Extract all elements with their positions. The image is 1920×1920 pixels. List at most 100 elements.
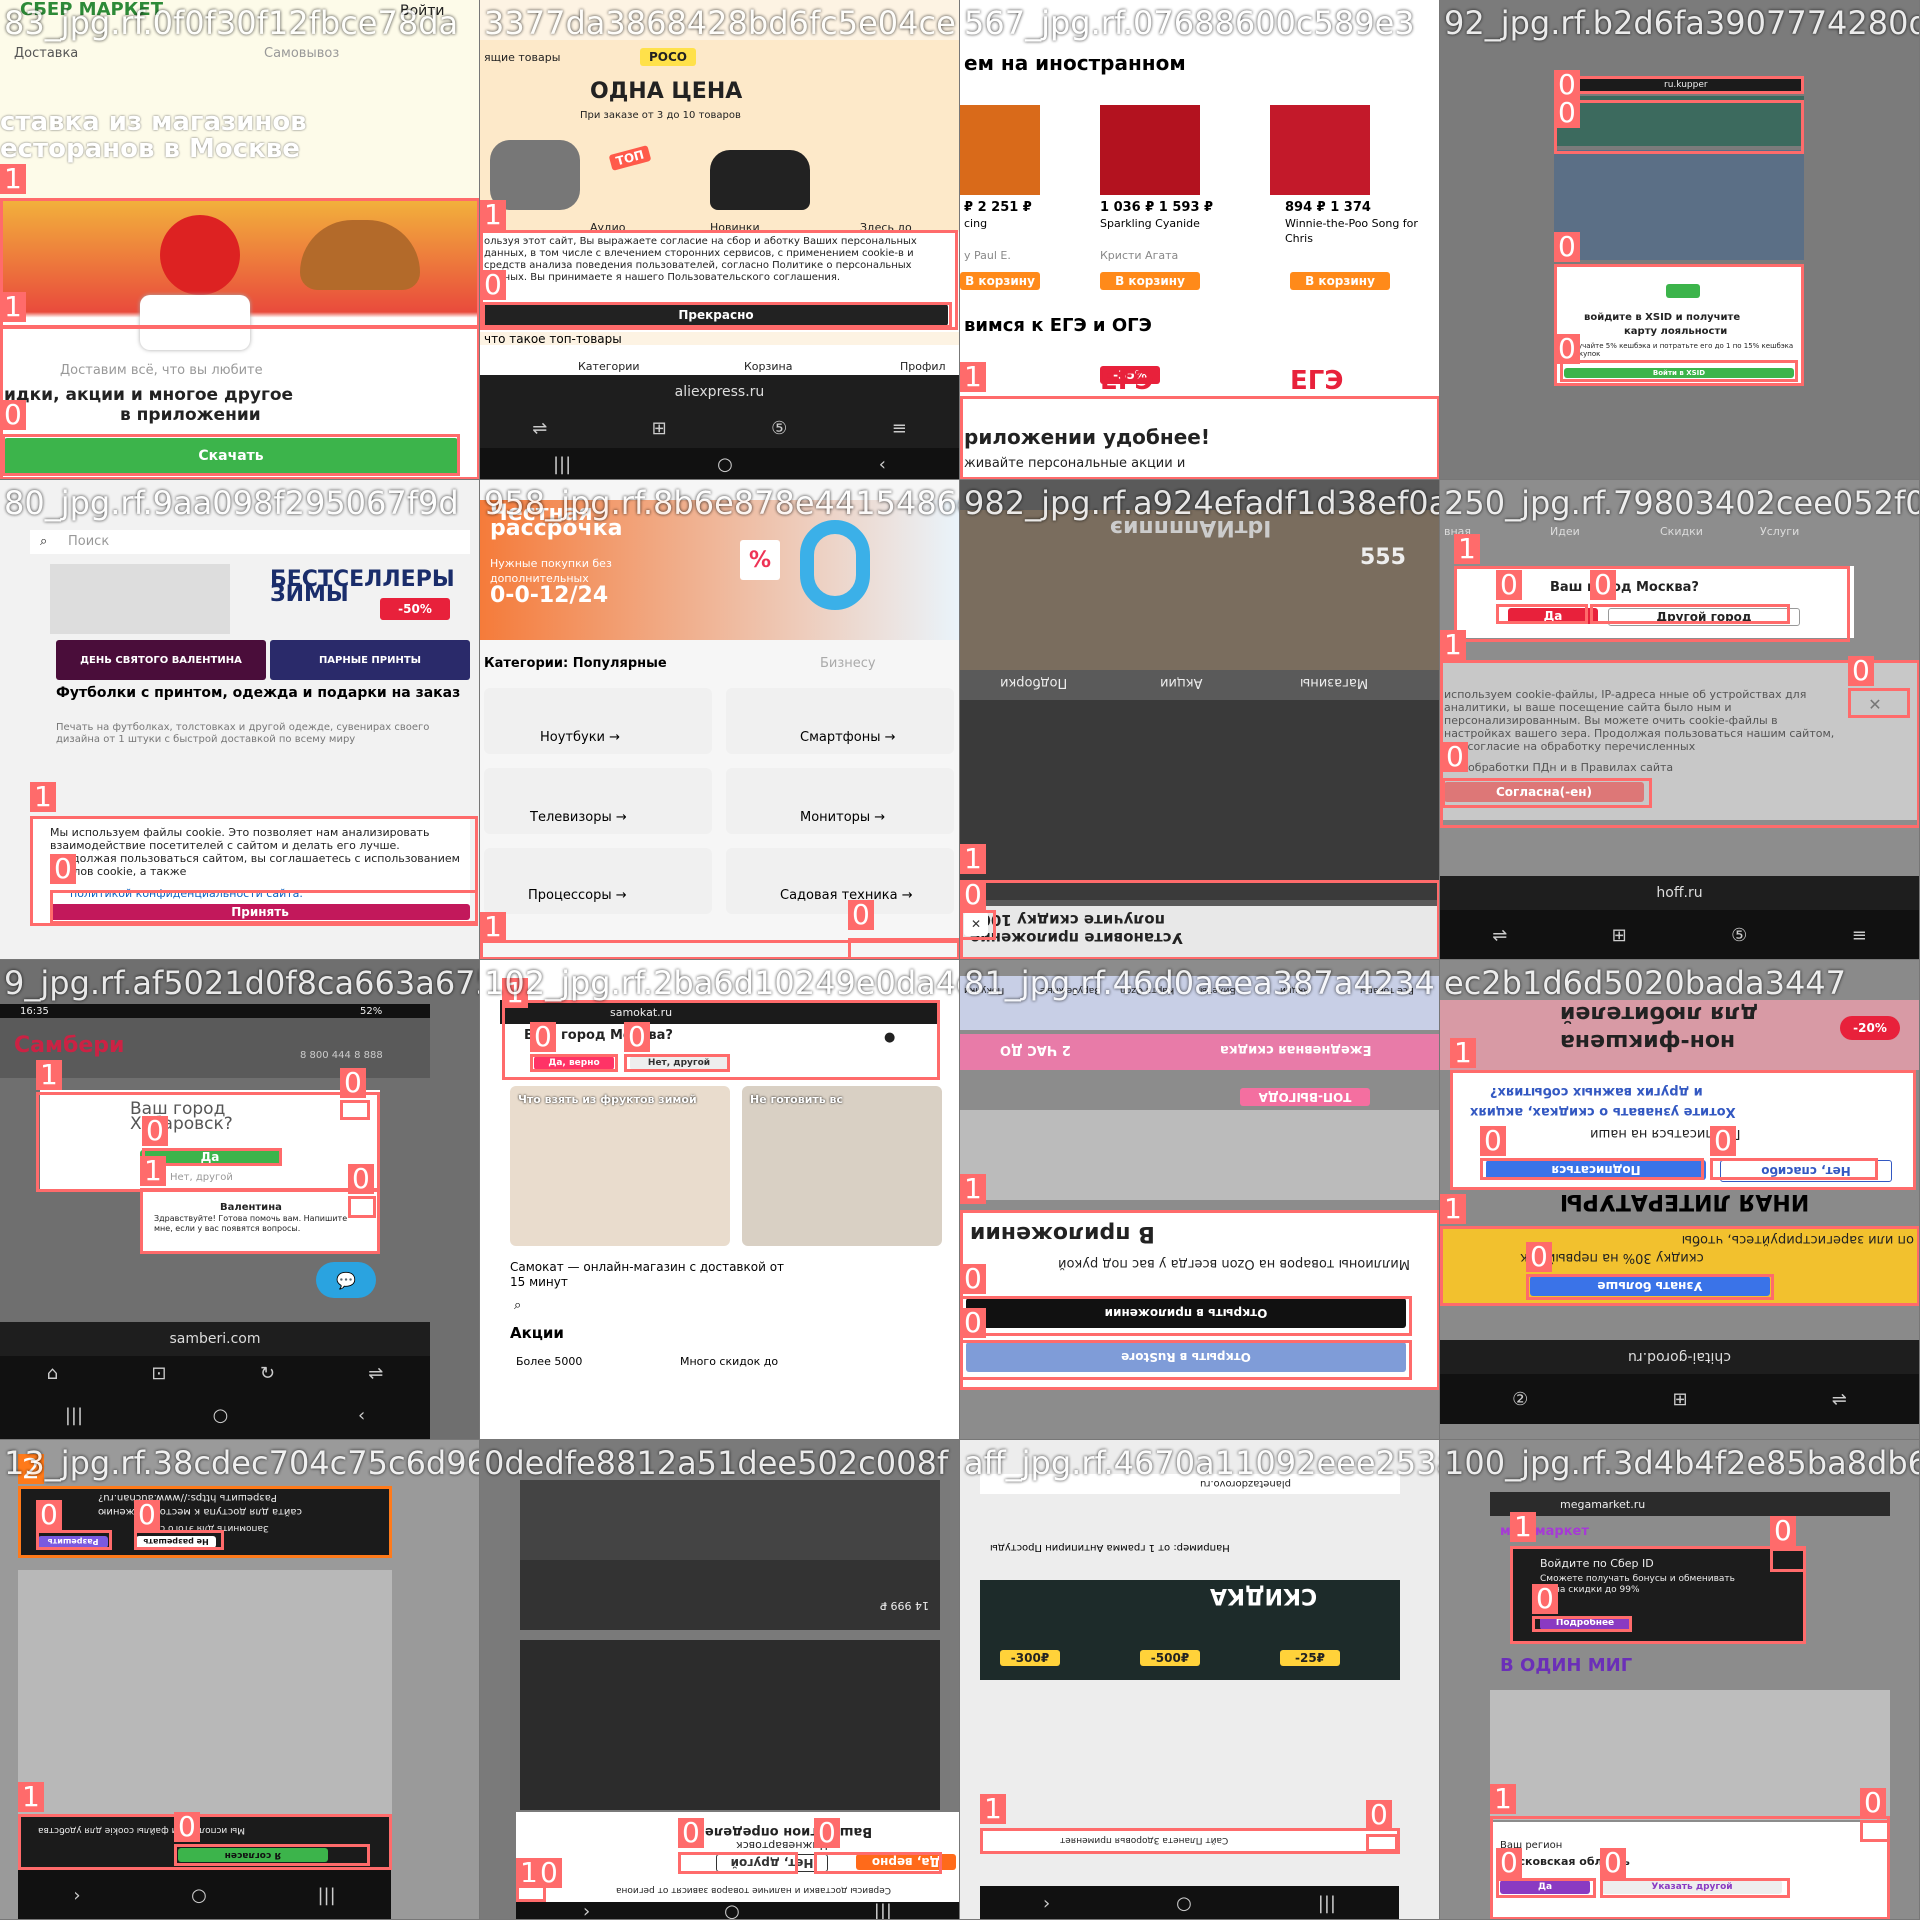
back-icon[interactable]: ‹ <box>358 1405 365 1426</box>
nav-categories[interactable]: Категории <box>578 359 640 374</box>
add-to-cart-button[interactable]: В корзину <box>1290 272 1390 290</box>
tile-filename: 250_jpg.rf.79803402cee052f0 <box>1444 484 1920 522</box>
chip-valentine[interactable]: ДЕНЬ СВЯТОГО ВАЛЕНТИНА <box>56 640 266 680</box>
back-icon[interactable]: ‹ <box>879 454 886 475</box>
nav-cart[interactable]: Корзина <box>744 359 792 374</box>
one-price-title: ОДНА ЦЕНА <box>590 79 743 104</box>
top-items-label: ящие товары <box>484 51 561 64</box>
search-icon[interactable]: ⌕ <box>514 1298 521 1313</box>
search-input[interactable]: Поиск <box>68 534 109 549</box>
share-icon[interactable]: ⇌ <box>1832 1389 1847 1410</box>
home-icon[interactable]: ⌂ <box>47 1363 58 1384</box>
tile-xsid-loyalty: 92_jpg.rf.b2d6fa3907774280d7 ru.kupper в… <box>1440 0 1920 480</box>
recent-apps-icon[interactable]: ||| <box>1318 1893 1336 1914</box>
product-image <box>960 700 1439 900</box>
recent-apps-icon[interactable]: ||| <box>317 1885 335 1906</box>
chip-collections[interactable]: Подборки <box>1000 675 1067 690</box>
recipe-card[interactable] <box>510 1086 730 1246</box>
home-icon[interactable]: ○ <box>1176 1893 1192 1914</box>
browser-url[interactable]: hoff.ru <box>1440 876 1919 910</box>
bbox-label: 0 <box>1496 570 1522 600</box>
section-heading: Футболки с принтом, одежда и подарки на … <box>56 685 461 701</box>
refresh-icon[interactable]: ↻ <box>260 1363 275 1384</box>
nav-sales[interactable]: Скидки <box>1660 524 1703 539</box>
menu-icon[interactable]: ≡ <box>892 418 907 439</box>
chip-promos[interactable]: Акции <box>1160 675 1203 690</box>
tile-aliexpress: 3377da3868428bd6fc5e04ce ящие товары POC… <box>480 0 960 480</box>
new-tab-icon[interactable]: ⊞ <box>1612 925 1627 946</box>
tabs-icon[interactable]: ⑤ <box>1731 925 1747 946</box>
bbox-chat <box>140 1188 380 1254</box>
bbox-label: 1 <box>0 164 26 194</box>
new-tab-icon[interactable]: ⊞ <box>652 418 667 439</box>
brand-chip[interactable]: POCO <box>640 48 696 66</box>
home-icon[interactable]: ○ <box>191 1885 207 1906</box>
tabs-icon[interactable]: ⑤ <box>771 418 787 439</box>
book-cover[interactable] <box>1100 105 1200 195</box>
bbox-label: 0 <box>1496 1848 1522 1878</box>
nav-profile[interactable]: Профил <box>900 359 946 374</box>
top-benefit-chip[interactable]: ТОП-ВЫГОДА <box>1240 1088 1370 1106</box>
category-laptops[interactable]: Ноутбуки → <box>540 730 620 745</box>
category-garden[interactable]: Садовая техника → <box>780 888 913 903</box>
back-icon[interactable]: › <box>1043 1893 1050 1914</box>
phone-number[interactable]: 8 800 444 8 888 <box>300 1048 383 1063</box>
category-tvs[interactable]: Телевизоры → <box>530 810 627 825</box>
share-icon[interactable]: ⇌ <box>1492 925 1507 946</box>
browser-url[interactable]: megamarket.ru <box>1560 1497 1645 1512</box>
chip-shops[interactable]: Магазины <box>1300 675 1368 690</box>
chip-pair-prints[interactable]: ПАРНЫЕ ПРИНТЫ <box>270 640 470 680</box>
tile-filename: 9_jpg.rf.af5021d0f8ca663a6752 <box>4 964 480 1002</box>
search-icon[interactable]: ⌕ <box>40 534 47 549</box>
tabs-icon[interactable]: ② <box>1512 1389 1528 1410</box>
category-cpus[interactable]: Процессоры → <box>528 888 627 903</box>
recent-apps-icon[interactable]: ||| <box>65 1405 83 1426</box>
recent-apps-icon[interactable]: ||| <box>874 1901 892 1920</box>
scan-icon[interactable]: ⊡ <box>151 1363 166 1384</box>
add-to-cart-button[interactable]: В корзину <box>1100 272 1200 290</box>
recent-apps-icon[interactable]: ||| <box>553 454 571 475</box>
bbox-agree <box>174 1844 370 1866</box>
tile-filename: 100_jpg.rf.3d4b4f2e85ba8db645 <box>1444 1444 1920 1482</box>
categories-business[interactable]: Бизнесу <box>820 656 876 671</box>
nav-services[interactable]: Услуги <box>1760 524 1799 539</box>
share-icon[interactable]: ⇌ <box>532 418 547 439</box>
bbox-accept <box>50 890 478 924</box>
browser-toolbar: ⇌ ⊞ ⑤ ≡ <box>1440 910 1919 959</box>
category-card[interactable] <box>726 848 954 914</box>
book-cover[interactable] <box>1270 105 1370 195</box>
exam-banner: ЕГЭ <box>1100 366 1154 396</box>
back-icon[interactable]: › <box>73 1885 80 1906</box>
hero-banner <box>1554 150 1804 260</box>
hero-title-line1: ставка из магазинов <box>0 107 307 137</box>
system-navbar: › ○ ||| <box>980 1886 1399 1919</box>
bbox-yes <box>1496 604 1588 624</box>
recipe-card[interactable] <box>742 1086 942 1246</box>
category-monitors[interactable]: Мониторы → <box>800 810 885 825</box>
bbox-label: 0 <box>960 880 986 910</box>
home-icon[interactable]: ○ <box>717 454 733 475</box>
home-icon[interactable]: ○ <box>213 1405 229 1426</box>
bbox-label: 0 <box>1770 1516 1796 1546</box>
bbox-label: 0 <box>848 900 874 930</box>
menu-icon[interactable]: ≡ <box>1852 925 1867 946</box>
home-icon[interactable]: ○ <box>724 1901 740 1920</box>
add-to-cart-button[interactable]: В корзину <box>960 272 1040 290</box>
banner-title: IdтИАппппиэ <box>1110 515 1272 540</box>
bbox-label: 0 <box>142 1116 168 1146</box>
back-icon[interactable]: › <box>583 1901 590 1920</box>
category-card[interactable] <box>484 848 712 914</box>
browser-url[interactable]: samberi.com <box>0 1322 430 1356</box>
nav-ideas[interactable]: Идеи <box>1550 524 1580 539</box>
browser-url[interactable]: aliexpress.ru <box>480 375 959 409</box>
category-smartphones[interactable]: Смартфоны → <box>800 730 896 745</box>
book-cover[interactable] <box>960 105 1040 195</box>
new-tab-icon[interactable]: ⊞ <box>1672 1389 1687 1410</box>
tab-pickup[interactable]: Самовывоз <box>264 46 339 61</box>
browser-url[interactable]: chitai-gorod.ru <box>1440 1340 1919 1374</box>
tile-region-select: 0dedfe8812a51dee502c008f 14 999 ₽ Ваш ре… <box>480 1440 960 1920</box>
bbox-city <box>36 1092 380 1192</box>
chat-icon[interactable]: 💬 <box>316 1262 376 1298</box>
tab-delivery[interactable]: Доставка <box>14 46 78 61</box>
share-icon[interactable]: ⇌ <box>368 1363 383 1384</box>
